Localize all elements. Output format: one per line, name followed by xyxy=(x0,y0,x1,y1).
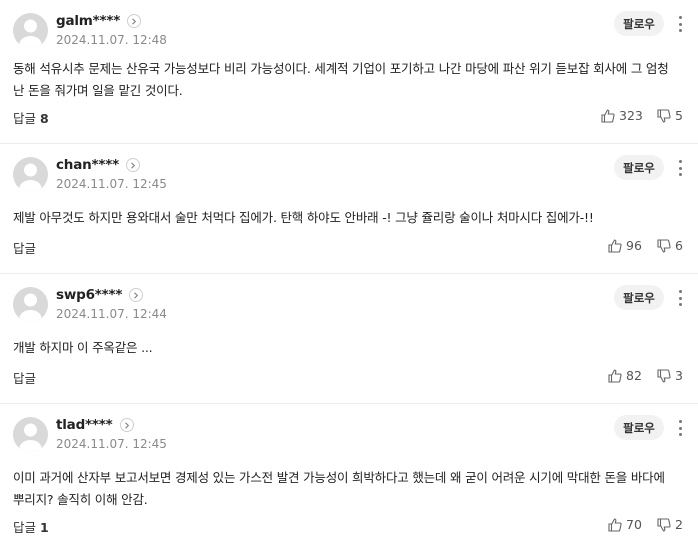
comment-item: chan**** 2024.11.07. 12:45 팔로우 제발 아무것도 하… xyxy=(0,144,698,274)
follow-button[interactable]: 팔로우 xyxy=(614,285,664,310)
reply-button[interactable]: 답글 xyxy=(13,238,40,257)
comment-body: 제발 아무것도 하지만 용와대서 술만 처먹다 집에가. 탄핵 하야도 안바래 … xyxy=(13,210,594,225)
more-vertical-icon[interactable] xyxy=(675,158,685,178)
thumbs-down-icon xyxy=(657,368,671,383)
comment-date: 2024.11.07. 12:45 xyxy=(56,177,167,191)
user-silhouette-icon xyxy=(19,423,42,452)
reply-label: 답글 xyxy=(13,241,37,256)
like-button[interactable]: 96 xyxy=(608,238,642,253)
avatar[interactable] xyxy=(13,287,48,322)
author-nickname[interactable]: tlad**** xyxy=(56,417,113,433)
comment-date: 2024.11.07. 12:45 xyxy=(56,437,167,451)
more-vertical-icon[interactable] xyxy=(675,418,685,438)
more-vertical-icon[interactable] xyxy=(675,14,685,34)
dislike-count: 5 xyxy=(675,108,683,123)
author-nickname[interactable]: galm**** xyxy=(56,13,120,29)
thumbs-up-icon xyxy=(608,517,622,532)
reply-label: 답글 xyxy=(13,371,37,386)
reply-button[interactable]: 답글 xyxy=(13,368,40,387)
dislike-button[interactable]: 5 xyxy=(657,108,683,123)
avatar[interactable] xyxy=(13,13,48,48)
dislike-count: 3 xyxy=(675,368,683,383)
thumbs-down-icon xyxy=(657,517,671,532)
user-silhouette-icon xyxy=(19,163,42,192)
dislike-button[interactable]: 3 xyxy=(657,368,683,383)
user-silhouette-icon xyxy=(19,19,42,48)
thumbs-up-icon xyxy=(601,108,615,123)
comment-item: galm**** 2024.11.07. 12:48 팔로우 동해 석유시추 문… xyxy=(0,0,698,144)
dislike-button[interactable]: 2 xyxy=(657,517,683,532)
user-silhouette-icon xyxy=(19,293,42,322)
comment-body: 동해 석유시추 문제는 산유국 가능성보다 비리 가능성이다. 세계적 기업이 … xyxy=(13,61,669,98)
reply-label: 답글 xyxy=(13,111,37,126)
thumbs-down-icon xyxy=(657,238,671,253)
like-button[interactable]: 82 xyxy=(608,368,642,383)
dislike-button[interactable]: 6 xyxy=(657,238,683,253)
thumbs-up-icon xyxy=(608,238,622,253)
like-count: 70 xyxy=(626,517,642,532)
reply-button[interactable]: 답글 1 xyxy=(13,517,49,536)
comment-date: 2024.11.07. 12:44 xyxy=(56,307,167,321)
comment-body: 이미 과거에 산자부 보고서보면 경제성 있는 가스전 발견 가능성이 희박하다… xyxy=(13,470,665,507)
like-button[interactable]: 323 xyxy=(601,108,643,123)
thumbs-down-icon xyxy=(657,108,671,123)
dislike-count: 6 xyxy=(675,238,683,253)
reply-count: 8 xyxy=(40,111,49,126)
comment-date: 2024.11.07. 12:48 xyxy=(56,33,167,47)
author-nickname[interactable]: chan**** xyxy=(56,157,119,173)
chevron-right-icon[interactable] xyxy=(125,158,140,172)
thumbs-up-icon xyxy=(608,368,622,383)
more-vertical-icon[interactable] xyxy=(675,288,685,308)
chevron-right-icon[interactable] xyxy=(129,288,144,302)
follow-button[interactable]: 팔로우 xyxy=(614,415,664,440)
avatar[interactable] xyxy=(13,417,48,452)
like-count: 323 xyxy=(619,108,643,123)
follow-button[interactable]: 팔로우 xyxy=(614,155,664,180)
comment-item: tlad**** 2024.11.07. 12:45 팔로우 이미 과거에 산자… xyxy=(0,404,698,550)
author-nickname[interactable]: swp6**** xyxy=(56,287,122,303)
comment-item: swp6**** 2024.11.07. 12:44 팔로우 개발 하지마 이 … xyxy=(0,274,698,404)
chevron-right-icon[interactable] xyxy=(119,418,134,432)
reply-count: 1 xyxy=(40,520,49,535)
like-button[interactable]: 70 xyxy=(608,517,642,532)
comment-body: 개발 하지마 이 주옥같은 ... xyxy=(13,340,153,355)
dislike-count: 2 xyxy=(675,517,683,532)
reply-button[interactable]: 답글 8 xyxy=(13,108,49,127)
like-count: 82 xyxy=(626,368,642,383)
avatar[interactable] xyxy=(13,157,48,192)
like-count: 96 xyxy=(626,238,642,253)
reply-label: 답글 xyxy=(13,520,37,535)
follow-button[interactable]: 팔로우 xyxy=(614,11,664,36)
chevron-right-icon[interactable] xyxy=(127,14,142,28)
